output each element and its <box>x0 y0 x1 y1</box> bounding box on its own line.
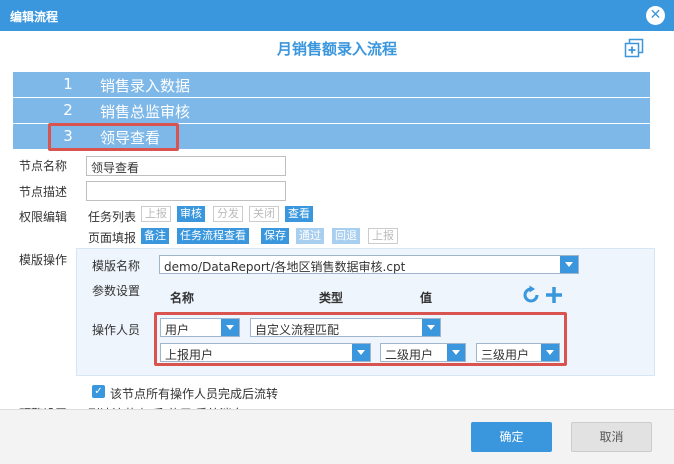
node-name-label: 节点名称 <box>19 159 68 173</box>
flow-step-1[interactable]: 1 销售录入数据 <box>13 72 650 97</box>
page-tag-note[interactable]: 备注 <box>141 228 169 244</box>
permissions-label: 权限编辑 <box>19 210 68 224</box>
flow-step-2[interactable]: 2 销售总监审核 <box>13 98 650 123</box>
task-tag-close[interactable]: 关闭 <box>249 206 279 222</box>
chevron-down-icon <box>560 256 578 273</box>
page-tag-report[interactable]: 上报 <box>368 228 398 244</box>
page-tag-approve[interactable]: 通过 <box>296 228 324 244</box>
refresh-icon[interactable] <box>521 285 541 305</box>
ok-button[interactable]: 确定 <box>471 422 552 452</box>
page-tag-rollback[interactable]: 回退 <box>332 228 360 244</box>
param-col-name: 名称 <box>170 291 195 305</box>
node-desc-input[interactable] <box>86 181 286 201</box>
task-tag-report[interactable]: 上报 <box>141 206 171 222</box>
cancel-button[interactable]: 取消 <box>571 422 652 452</box>
operators-highlight-box <box>154 312 567 366</box>
add-flow-icon[interactable] <box>624 38 644 58</box>
template-ops-label: 模版操作 <box>19 253 68 267</box>
page-tag-flow-view[interactable]: 任务流程查看 <box>177 228 249 244</box>
task-tag-distribute[interactable]: 分发 <box>213 206 243 222</box>
step-number: 1 <box>63 75 73 93</box>
task-tag-review[interactable]: 审核 <box>177 206 205 222</box>
param-col-value: 值 <box>420 291 433 305</box>
dialog-footer: 确定 取消 <box>0 409 674 464</box>
step-name: 销售总监审核 <box>100 103 191 121</box>
add-param-icon[interactable] <box>544 285 564 305</box>
page-tag-save[interactable]: 保存 <box>261 228 289 244</box>
step-number: 2 <box>63 101 73 119</box>
flow-title: 月销售额录入流程 <box>276 40 397 58</box>
template-name-label: 模版名称 <box>92 259 141 273</box>
complete-all-label: 该节点所有操作人员完成后流转 <box>110 387 279 401</box>
task-list-label: 任务列表 <box>88 210 137 224</box>
node-name-input[interactable]: 领导查看 <box>86 156 286 176</box>
params-label: 参数设置 <box>92 284 141 298</box>
operators-label: 操作人员 <box>92 323 141 337</box>
task-tag-view[interactable]: 查看 <box>285 206 313 222</box>
step-highlight-box <box>48 123 179 151</box>
step-name: 销售录入数据 <box>100 77 191 95</box>
page-fill-label: 页面填报 <box>88 231 137 245</box>
dialog-title: 编辑流程 <box>10 10 59 24</box>
close-icon[interactable]: ✕ <box>646 6 665 25</box>
node-desc-label: 节点描述 <box>19 185 68 199</box>
param-col-type: 类型 <box>319 291 344 305</box>
template-select-value: demo/DataReport/各地区销售数据审核.cpt <box>164 260 406 274</box>
complete-all-checkbox[interactable]: ✓ <box>92 385 105 398</box>
dialog-titlebar: 编辑流程 ✕ <box>0 0 674 31</box>
template-select[interactable]: demo/DataReport/各地区销售数据审核.cpt <box>159 255 579 274</box>
